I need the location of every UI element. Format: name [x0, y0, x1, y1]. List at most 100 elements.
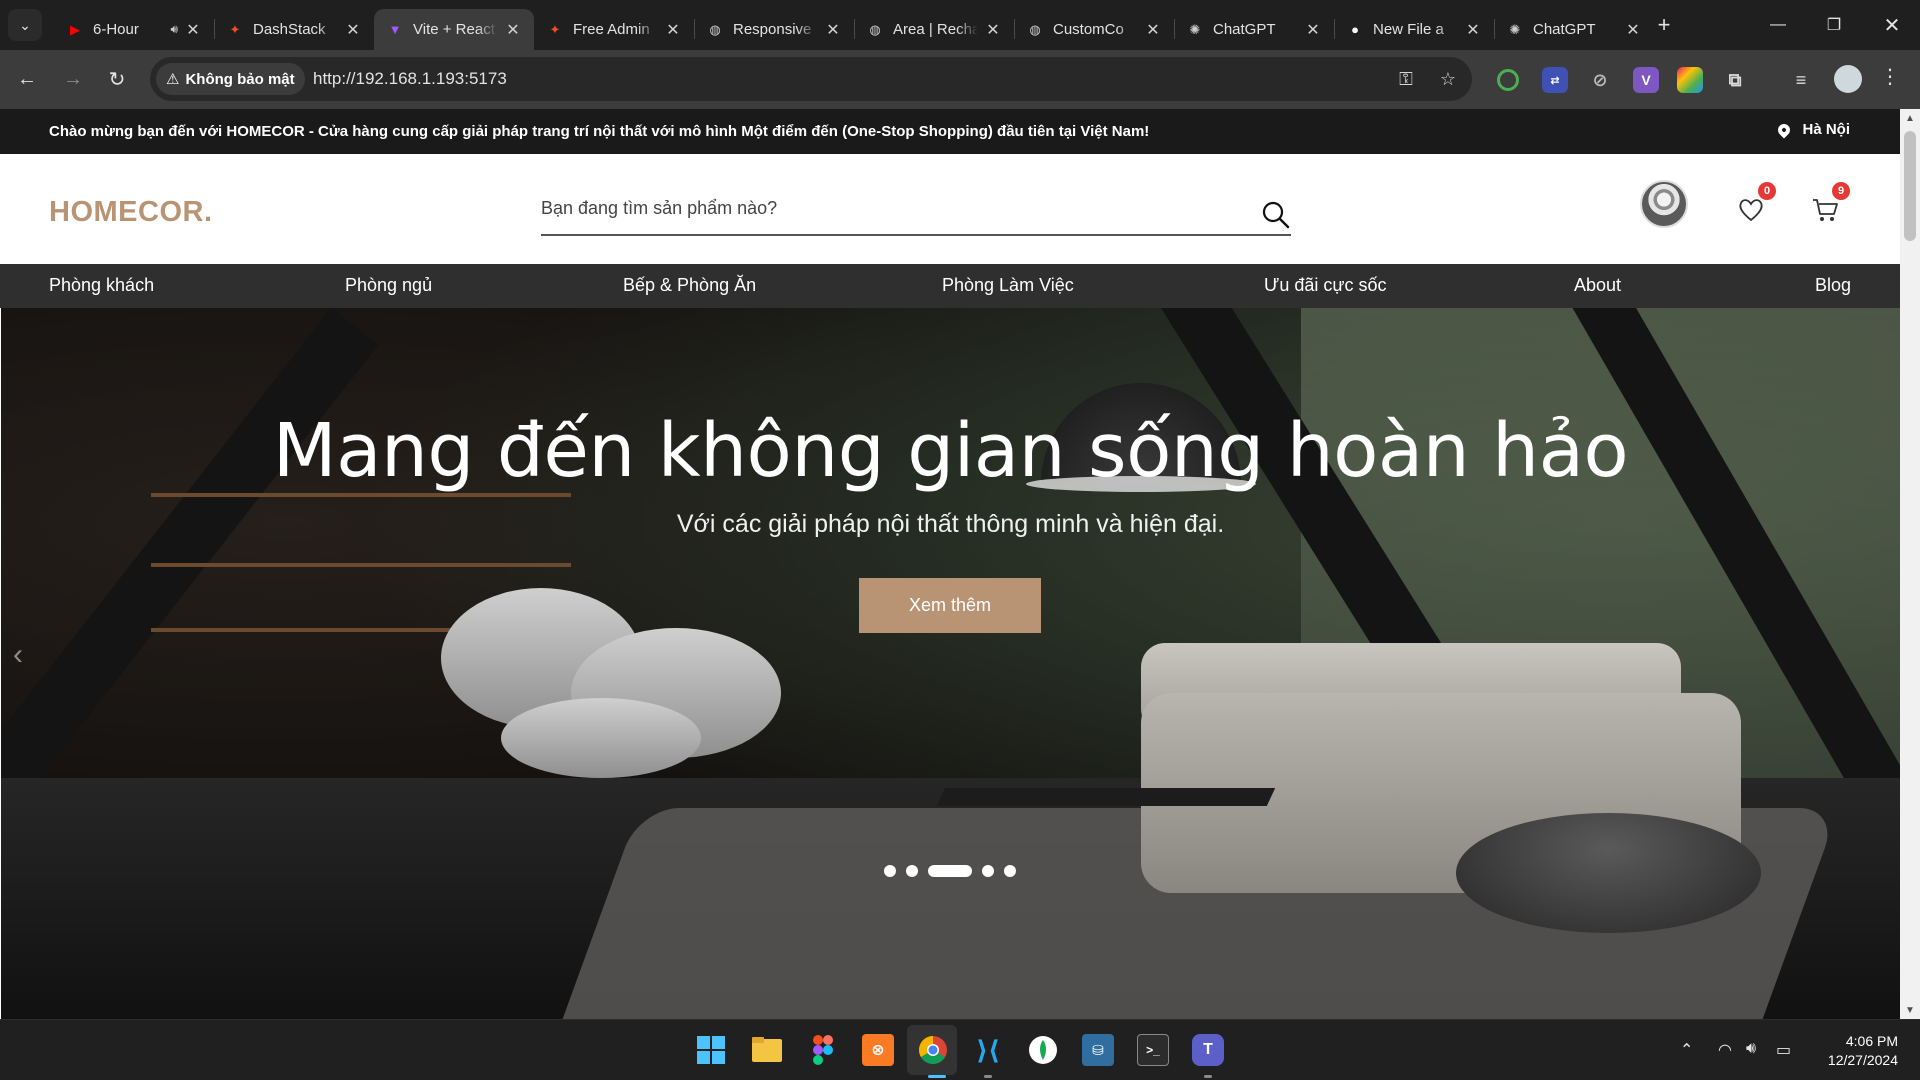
file-explorer-icon[interactable] [751, 1034, 783, 1066]
v-extension-icon[interactable]: V [1633, 67, 1659, 93]
scroll-up-icon[interactable]: ▲ [1900, 109, 1920, 127]
bookmark-star-icon[interactable]: ☆ [1436, 67, 1460, 91]
site-logo[interactable]: HOMECOR. [49, 196, 213, 229]
browser-tab[interactable]: ▶ 6-Hour 🔊︎ ✕ [54, 9, 214, 50]
tray-overflow-icon[interactable]: ⌃ [1680, 1040, 1693, 1060]
tab-close-icon[interactable]: ✕ [1464, 20, 1482, 40]
back-button[interactable]: ← [10, 62, 44, 96]
system-clock[interactable]: 4:06 PM 12/27/2024 [1828, 1032, 1898, 1070]
tab-title: Free Admin [573, 21, 650, 38]
tab-close-icon[interactable]: ✕ [1624, 20, 1642, 40]
forward-button[interactable]: → [56, 62, 90, 96]
color-extension-icon[interactable] [1677, 67, 1703, 93]
search-input[interactable] [541, 198, 1241, 219]
nav-item-blog[interactable]: Blog [1815, 275, 1851, 296]
tab-close-icon[interactable]: ✕ [504, 20, 522, 40]
tab-close-icon[interactable]: ✕ [664, 20, 682, 40]
location-selector[interactable]: Hà Nội [1775, 121, 1850, 138]
restore-button[interactable]: ❐ [1806, 0, 1862, 50]
main-navigation: Phòng khách Phòng ngủ Bếp & Phòng Ăn Phò… [0, 264, 1900, 308]
minimize-button[interactable]: — [1750, 0, 1806, 50]
chrome-icon[interactable] [917, 1034, 949, 1066]
security-chip[interactable]: ⚠ Không bảo mật [156, 63, 305, 95]
tab-search-button[interactable]: ⌄ [8, 9, 42, 41]
nav-item-office[interactable]: Phòng Làm Việc [942, 275, 1074, 296]
wishlist-button[interactable]: 0 [1736, 182, 1776, 224]
browser-tab[interactable]: ✺ ChatGPT ✕ [1174, 9, 1334, 50]
reload-button[interactable]: ↻ [100, 62, 134, 96]
browser-tab[interactable]: ◍ CustomCo ✕ [1014, 9, 1174, 50]
tab-close-icon[interactable]: ✕ [184, 20, 202, 40]
tab-audio-icon[interactable]: 🔊︎ [170, 22, 178, 37]
url-text[interactable]: http://192.168.1.193:5173 [313, 69, 507, 89]
tab-close-icon[interactable]: ✕ [984, 20, 1002, 40]
extensions-puzzle-icon[interactable]: ⧉ [1722, 67, 1748, 93]
see-more-button[interactable]: Xem thêm [859, 578, 1041, 633]
user-avatar[interactable] [1640, 180, 1688, 228]
new-tab-button[interactable]: + [1648, 9, 1680, 41]
tab-close-icon[interactable]: ✕ [1304, 20, 1322, 40]
password-key-icon[interactable]: ⚿ [1394, 67, 1418, 91]
carousel-dot[interactable] [928, 865, 972, 877]
search-icon[interactable] [1261, 200, 1291, 230]
mongodb-compass-icon[interactable] [1027, 1034, 1059, 1066]
address-bar[interactable]: ⚠ Không bảo mật http://192.168.1.193:517… [150, 57, 1472, 101]
media-control-icon[interactable]: ≡ [1788, 67, 1814, 93]
hero-shelf [151, 563, 571, 567]
carousel-dot[interactable] [982, 865, 994, 877]
extension-circle-icon[interactable] [1497, 69, 1519, 91]
nav-item-bedroom[interactable]: Phòng ngủ [345, 275, 432, 296]
terminal-icon[interactable]: >_ [1137, 1034, 1169, 1066]
teams-running-indicator [1204, 1075, 1212, 1078]
page-scrollbar[interactable]: ▲ ▼ [1900, 109, 1920, 1019]
tab-title: ChatGPT [1213, 21, 1276, 38]
clock-date: 12/27/2024 [1827, 1052, 1898, 1068]
tab-close-icon[interactable]: ✕ [824, 20, 842, 40]
close-window-button[interactable]: ✕ [1864, 0, 1920, 50]
hero-title: Mang đến không gian sống hoàn hảo [272, 408, 1629, 494]
browser-tab[interactable]: ◍ Responsive ✕ [694, 9, 854, 50]
teams-icon[interactable]: T [1192, 1034, 1224, 1066]
tab-strip: ▶ 6-Hour 🔊︎ ✕ ✦ DashStack ✕ ▼ Vite + React ✕ ✦ Free… [54, 9, 1654, 50]
scroll-down-icon[interactable]: ▼ [1900, 1001, 1920, 1019]
browser-menu-icon[interactable]: ⋮ [1880, 64, 1900, 89]
compass-extension-icon[interactable]: ⊘ [1587, 67, 1613, 93]
hero-prev-arrow-icon[interactable]: ‹ [13, 638, 23, 672]
browser-tab[interactable]: ✺ ChatGPT ✕ [1494, 9, 1654, 50]
sql-workbench-icon[interactable]: ⛁ [1082, 1034, 1114, 1066]
cart-button[interactable]: 9 [1810, 182, 1850, 224]
carousel-dot[interactable] [906, 865, 918, 877]
browser-tab[interactable]: ◍ Area | Recharts ✕ [854, 9, 1014, 50]
nav-item-living-room[interactable]: Phòng khách [49, 275, 154, 296]
browser-tab-bar: ⌄ ▶ 6-Hour 🔊︎ ✕ ✦ DashStack ✕ ▼ Vite + React ✕ ✦ Fr… [0, 0, 1920, 50]
browser-tab[interactable]: ● New File a ✕ [1334, 9, 1494, 50]
vscode-running-indicator [984, 1075, 992, 1078]
tab-close-icon[interactable]: ✕ [344, 20, 362, 40]
carousel-dot[interactable] [884, 865, 896, 877]
scroll-thumb[interactable] [1904, 131, 1916, 241]
nav-item-deals[interactable]: Ưu đãi cực sốc [1264, 275, 1386, 296]
browser-tab[interactable]: ✦ Free Admin ✕ [534, 9, 694, 50]
xampp-icon[interactable]: ⊗ [862, 1034, 894, 1066]
hero-ottoman [1456, 813, 1761, 933]
clock-time: 4:06 PM [1845, 1033, 1898, 1049]
battery-icon[interactable]: ▭ [1776, 1040, 1791, 1060]
browser-tab[interactable]: ▼ Vite + React ✕ [374, 9, 534, 50]
wifi-icon[interactable]: ◠ [1718, 1040, 1732, 1060]
tab-title: 6-Hour [93, 21, 139, 38]
carousel-dot[interactable] [1004, 865, 1016, 877]
profile-avatar[interactable] [1834, 65, 1862, 93]
figma-icon[interactable] [807, 1034, 839, 1066]
browser-tab[interactable]: ✦ DashStack ✕ [214, 9, 374, 50]
figma-icon: ✦ [549, 21, 561, 37]
windows-start-icon[interactable] [695, 1034, 727, 1066]
translate-extension-icon[interactable]: ⇄ [1542, 67, 1568, 93]
carousel-dots [884, 865, 1016, 877]
volume-icon[interactable]: 🔊︎ [1746, 1040, 1756, 1058]
vscode-icon[interactable]: ⟩⟨ [972, 1034, 1004, 1066]
location-text: Hà Nội [1802, 121, 1850, 138]
nav-item-kitchen-dining[interactable]: Bếp & Phòng Ăn [623, 275, 756, 296]
tab-title: ChatGPT [1533, 21, 1596, 38]
tab-close-icon[interactable]: ✕ [1144, 20, 1162, 40]
nav-item-about[interactable]: About [1574, 275, 1621, 296]
